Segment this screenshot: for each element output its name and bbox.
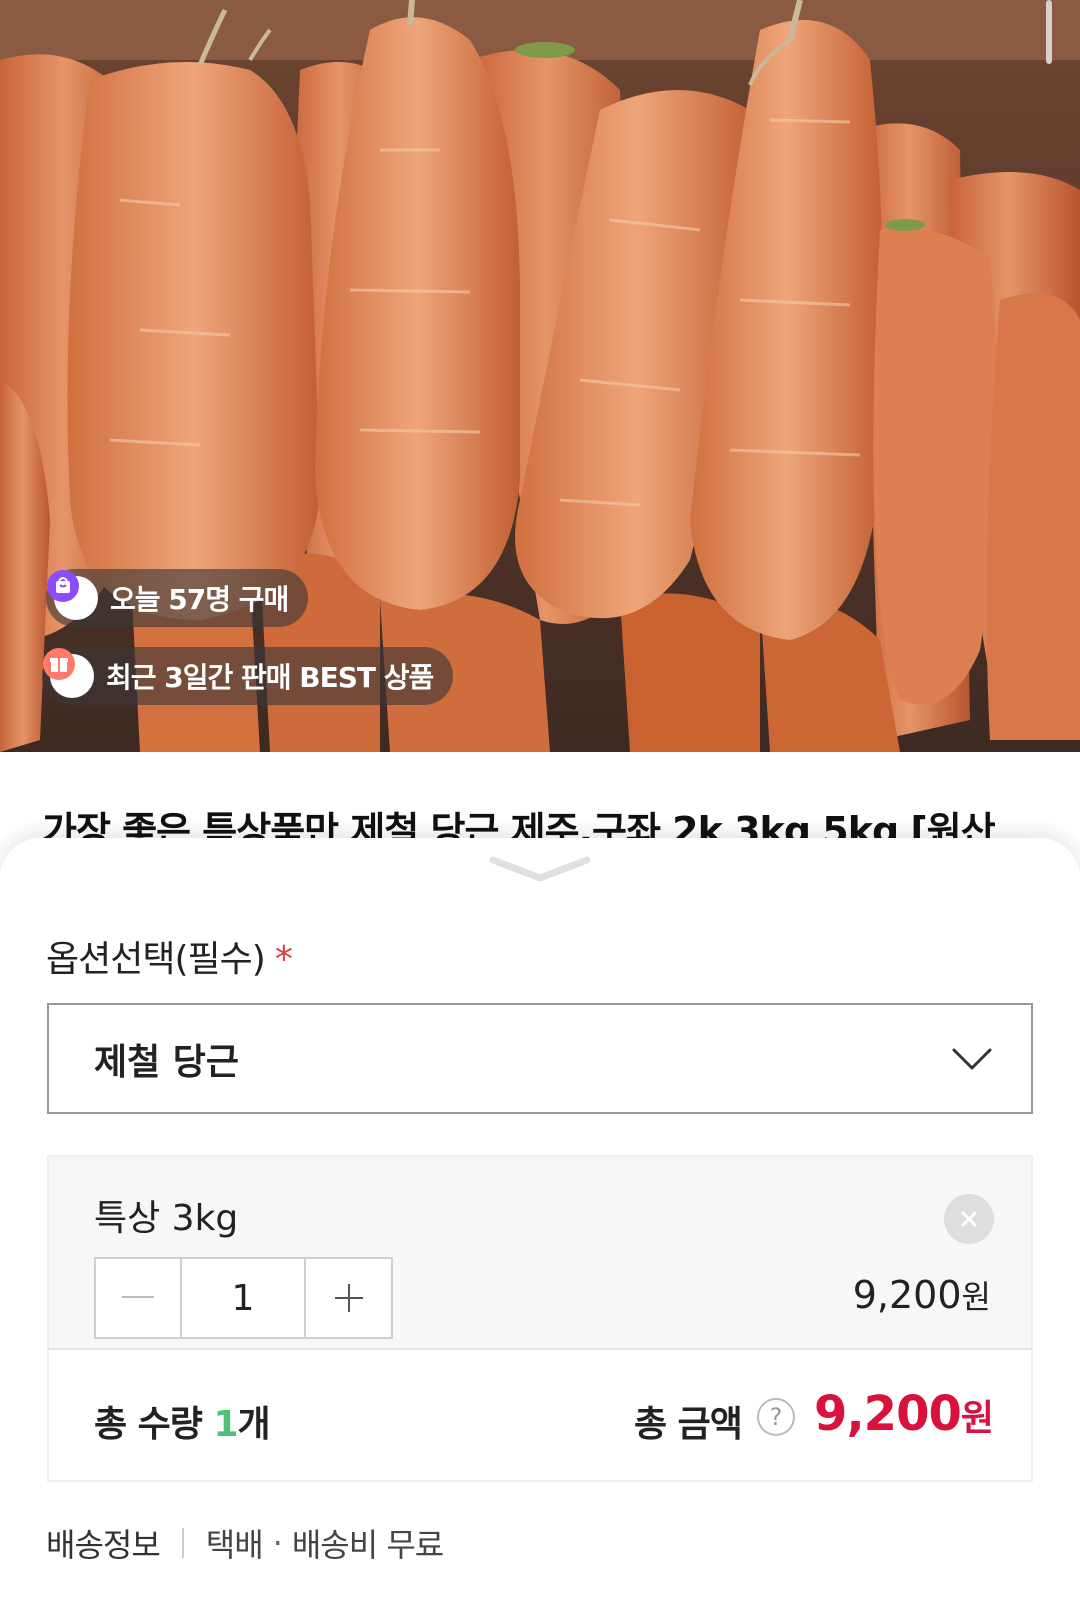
selected-option-value: 제철 당근 xyxy=(94,1041,240,1083)
total-quantity-value: 1 xyxy=(213,1404,238,1445)
plus-icon xyxy=(334,1284,363,1312)
shipping-label: 배송정보 xyxy=(46,1526,161,1564)
required-mark: * xyxy=(274,939,293,980)
quantity-stepper: 1 xyxy=(94,1257,393,1339)
gift-box-icon xyxy=(43,648,94,698)
close-icon xyxy=(961,1211,977,1227)
chevron-down-icon xyxy=(489,856,591,882)
best-seller-badge: 최근 3일간 판매 BEST 상품 xyxy=(42,647,454,705)
item-price-value: 9,200 xyxy=(852,1273,962,1317)
selected-item-name: 특상 3kg xyxy=(94,1198,239,1239)
collapse-sheet-button[interactable] xyxy=(487,850,593,886)
shipping-divider xyxy=(181,1528,184,1558)
today-buyers-badge: 오늘 57명 구매 xyxy=(46,569,309,627)
option-label-text: 옵션선택(필수) xyxy=(46,939,266,980)
shipping-method: 택배 xyxy=(205,1526,264,1564)
scrollbar-thumb[interactable] xyxy=(1046,0,1052,64)
shopping-bag-icon xyxy=(47,570,98,620)
total-amount: 9,200원 xyxy=(814,1386,994,1442)
product-image[interactable]: 오늘 57명 구매 최근 3일간 판매 BEST 상품 xyxy=(0,0,1080,752)
help-icon[interactable]: ? xyxy=(757,1398,795,1436)
remove-item-button[interactable] xyxy=(944,1194,994,1244)
dropdown-chevron-icon xyxy=(952,1048,992,1069)
option-bottom-sheet: 옵션선택(필수) * 제철 당근 특상 3kg 1 9,200원 총 수량 1개… xyxy=(0,838,1080,1604)
carrots-illustration xyxy=(0,0,1080,752)
total-amount-value: 9,200 xyxy=(814,1386,962,1442)
item-price: 9,200원 xyxy=(853,1272,991,1318)
total-quantity: 총 수량 1개 xyxy=(94,1395,271,1447)
option-select[interactable]: 제철 당근 xyxy=(47,1003,1033,1114)
item-price-unit: 원 xyxy=(961,1278,991,1316)
total-quantity-unit: 개 xyxy=(237,1404,271,1445)
selected-item-card: 특상 3kg 1 9,200원 xyxy=(47,1155,1033,1373)
decrease-quantity-button[interactable] xyxy=(96,1259,182,1337)
minus-icon xyxy=(122,1296,154,1298)
shipping-info: 배송정보 택배 · 배송비 무료 xyxy=(46,1520,444,1566)
shipping-fee: 배송비 무료 xyxy=(291,1526,444,1564)
total-quantity-label: 총 수량 xyxy=(94,1404,214,1445)
total-amount-label: 총 금액 xyxy=(634,1404,743,1445)
best-seller-text: 최근 3일간 판매 BEST 상품 xyxy=(106,661,434,694)
increase-quantity-button[interactable] xyxy=(306,1259,391,1337)
option-section-label: 옵션선택(필수) * xyxy=(46,930,293,982)
total-amount-unit: 원 xyxy=(960,1398,994,1439)
order-summary: 총 수량 1개 총 금액 ? 9,200원 xyxy=(47,1348,1033,1482)
shipping-dot: · xyxy=(272,1524,283,1562)
today-buyers-text: 오늘 57명 구매 xyxy=(110,583,289,616)
quantity-input[interactable]: 1 xyxy=(182,1259,306,1337)
